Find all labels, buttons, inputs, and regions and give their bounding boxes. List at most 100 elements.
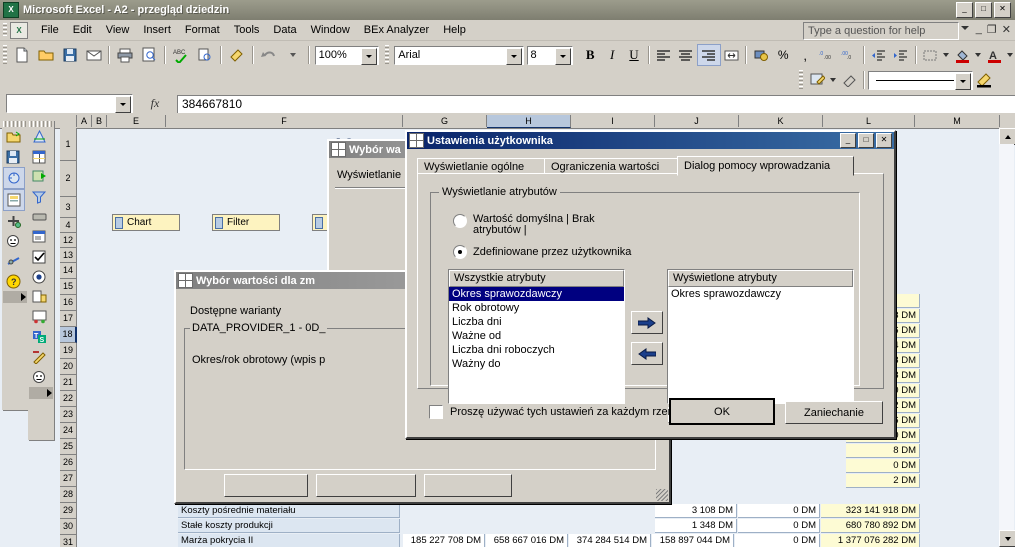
help-icon[interactable]: ? bbox=[3, 271, 23, 291]
column-header-K[interactable]: K bbox=[739, 115, 823, 127]
menu-bex-analyzer[interactable]: BEx Analyzer bbox=[357, 22, 436, 38]
row-header-21[interactable]: 21 bbox=[60, 375, 77, 391]
borders-icon[interactable] bbox=[920, 45, 942, 65]
text-element-icon[interactable]: TS bbox=[29, 327, 49, 347]
increase-indent-icon[interactable] bbox=[890, 45, 912, 65]
conditions-icon[interactable] bbox=[3, 231, 23, 251]
remember-settings-checkbox[interactable] bbox=[429, 405, 443, 419]
print-icon[interactable] bbox=[114, 44, 136, 66]
row-header-30[interactable]: 30 bbox=[60, 519, 77, 535]
scrollbar-track[interactable] bbox=[999, 144, 1014, 531]
row-header-15[interactable]: 15 bbox=[60, 279, 77, 295]
chevron-down-icon[interactable] bbox=[555, 47, 572, 65]
dialog-mid-cancel-button[interactable] bbox=[316, 474, 416, 497]
design-mode-icon[interactable] bbox=[29, 127, 49, 147]
row-header-27[interactable]: 27 bbox=[60, 471, 77, 487]
dialog-title-bar[interactable]: Ustawienia użytkownika _ □ ✕ bbox=[407, 132, 894, 149]
radio-user-defined-row[interactable]: Zdefiniowane przez użytkownika bbox=[453, 245, 631, 259]
italic-button[interactable]: I bbox=[601, 45, 623, 65]
spelling-icon[interactable]: ABC bbox=[170, 44, 192, 66]
row-header-16[interactable]: 16 bbox=[60, 295, 77, 311]
list-item[interactable]: Liczba dni roboczych bbox=[449, 343, 624, 357]
chevron-down-icon[interactable] bbox=[505, 47, 522, 65]
dropdown-control-icon[interactable] bbox=[29, 227, 49, 247]
nav-button-filter[interactable]: Filter bbox=[212, 214, 280, 231]
scroll-up-button[interactable] bbox=[999, 128, 1015, 145]
row-header-28[interactable]: 28 bbox=[60, 487, 77, 503]
cancel-button[interactable]: Zaniechanie bbox=[785, 401, 883, 424]
row-header-25[interactable]: 25 bbox=[60, 439, 77, 455]
fill-color-dropdown-icon[interactable] bbox=[973, 45, 983, 65]
row-header-17[interactable]: 17 bbox=[60, 311, 77, 327]
chart-control-icon[interactable] bbox=[29, 307, 49, 327]
navigation-pane-icon[interactable] bbox=[29, 167, 49, 187]
column-header-J[interactable]: J bbox=[655, 115, 739, 127]
line-style-combo[interactable] bbox=[868, 70, 973, 90]
row-header-3[interactable]: 3 bbox=[60, 197, 77, 218]
comma-style-icon[interactable]: , bbox=[794, 45, 816, 65]
align-center-icon[interactable] bbox=[675, 45, 697, 65]
toolbar-grip-handle-3[interactable] bbox=[799, 70, 803, 90]
align-left-icon[interactable] bbox=[653, 45, 675, 65]
radio-default-value[interactable] bbox=[453, 214, 467, 228]
list-item[interactable]: Okres sprawozdawczy bbox=[668, 287, 853, 301]
exceptions-icon[interactable] bbox=[3, 211, 23, 231]
document-minimize-button[interactable]: _ bbox=[976, 23, 982, 36]
radio-control-icon[interactable] bbox=[29, 267, 49, 287]
resize-grip[interactable] bbox=[656, 489, 668, 501]
row-header-26[interactable]: 26 bbox=[60, 455, 77, 471]
undo-icon[interactable] bbox=[258, 44, 280, 66]
column-header-G[interactable]: G bbox=[403, 115, 487, 127]
currency-icon[interactable] bbox=[750, 45, 772, 65]
checkbox-control-icon[interactable] bbox=[29, 247, 49, 267]
menu-format[interactable]: Format bbox=[178, 22, 227, 38]
move-left-button[interactable] bbox=[631, 342, 663, 365]
menu-insert[interactable]: Insert bbox=[136, 22, 178, 38]
window-minimize-button[interactable]: _ bbox=[956, 2, 973, 18]
refresh-query-icon[interactable] bbox=[3, 167, 25, 189]
row-header-22[interactable]: 22 bbox=[60, 391, 77, 407]
row-header-14[interactable]: 14 bbox=[60, 263, 77, 279]
menu-view[interactable]: View bbox=[99, 22, 137, 38]
properties-icon[interactable] bbox=[29, 347, 49, 367]
detach-icon[interactable] bbox=[3, 251, 23, 271]
dialog-mid-ok-button[interactable] bbox=[224, 474, 308, 497]
chevron-down-icon[interactable] bbox=[961, 26, 969, 30]
font-color-icon[interactable]: A bbox=[983, 45, 1005, 65]
column-header-E[interactable]: E bbox=[107, 115, 166, 127]
row-header-23[interactable]: 23 bbox=[60, 407, 77, 423]
eraser-icon[interactable] bbox=[838, 70, 860, 90]
row-header-13[interactable]: 13 bbox=[60, 248, 77, 263]
increase-decimal-icon[interactable]: .0.00 bbox=[816, 45, 838, 65]
list-item[interactable]: Ważny do bbox=[449, 357, 624, 371]
dialog-mid-help-button[interactable] bbox=[424, 474, 512, 497]
formula-input[interactable]: 384667810 bbox=[177, 94, 1015, 113]
row-header-2[interactable]: 2 bbox=[60, 161, 77, 197]
button-control-icon[interactable] bbox=[29, 207, 49, 227]
font-size-combo[interactable]: 8 bbox=[526, 45, 574, 65]
chevron-down-icon[interactable] bbox=[828, 70, 838, 90]
list-item[interactable]: Okres sprawozdawczy bbox=[449, 287, 624, 301]
insert-function-icon[interactable]: fx bbox=[133, 96, 177, 111]
ask-a-question-input[interactable]: Type a question for help bbox=[803, 22, 959, 40]
row-header-1[interactable]: 1 bbox=[60, 128, 77, 161]
name-box[interactable] bbox=[6, 94, 133, 113]
dialog-close-button[interactable]: ✕ bbox=[876, 133, 892, 148]
open-icon[interactable] bbox=[35, 44, 57, 66]
menu-help[interactable]: Help bbox=[436, 22, 473, 38]
column-header-I[interactable]: I bbox=[571, 115, 655, 127]
column-header-B[interactable]: B bbox=[92, 115, 107, 127]
save-icon[interactable] bbox=[59, 44, 81, 66]
row-header-29[interactable]: 29 bbox=[60, 503, 77, 519]
dialog-maximize-button[interactable]: □ bbox=[858, 133, 874, 148]
underline-button[interactable]: U bbox=[623, 45, 645, 65]
move-right-button[interactable] bbox=[631, 311, 663, 334]
column-header-A[interactable]: A bbox=[77, 115, 92, 127]
row-header-4[interactable]: 4 bbox=[60, 218, 77, 233]
tab-input-help-dialog[interactable]: Dialog pomocy wprowadzania bbox=[677, 156, 854, 176]
settings-icon[interactable] bbox=[29, 367, 49, 387]
column-header-M[interactable]: M bbox=[915, 115, 1000, 127]
print-preview-icon[interactable] bbox=[138, 44, 160, 66]
research-icon[interactable] bbox=[194, 44, 216, 66]
fill-color-icon[interactable] bbox=[951, 45, 973, 65]
